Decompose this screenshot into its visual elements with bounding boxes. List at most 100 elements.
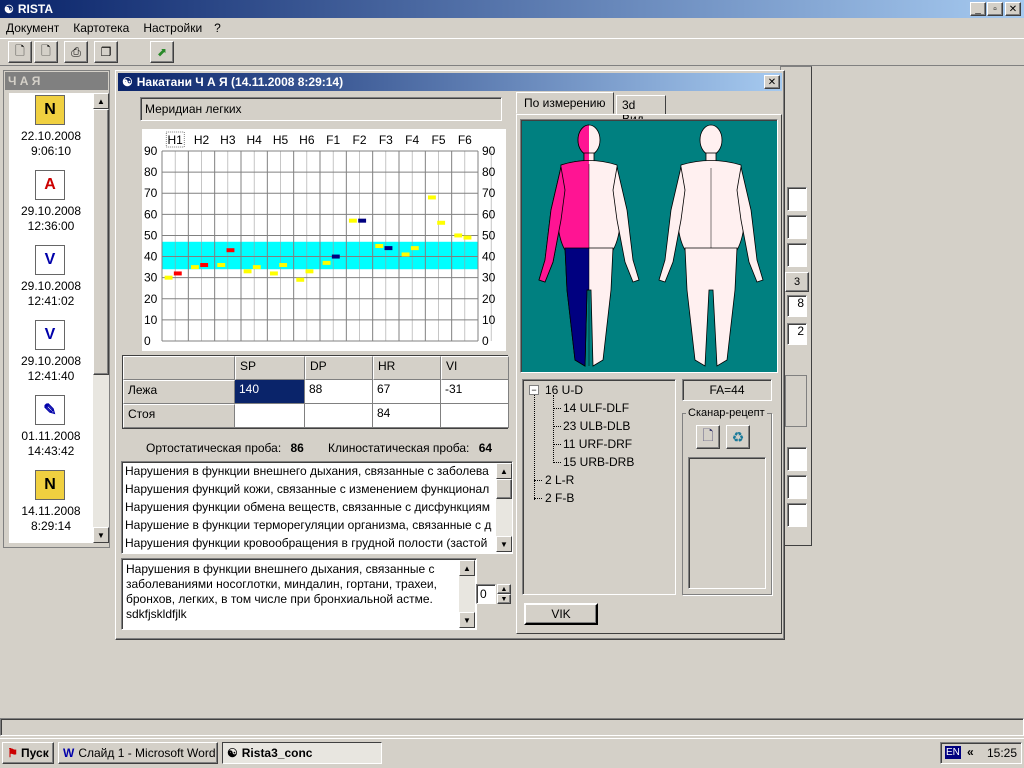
table-cell[interactable]: 67 [373, 380, 441, 404]
scroll-down-button[interactable]: ▼ [459, 612, 475, 628]
menu-settings[interactable]: Настройки [143, 21, 202, 35]
disorders-list[interactable]: Нарушения в функции внешнего дыхания, св… [121, 461, 513, 554]
list-item[interactable]: Нарушения в функции внешнего дыхания, св… [125, 464, 495, 478]
session-time[interactable]: 12:36:00 [9, 219, 93, 233]
edit-doc-icon[interactable]: ✎ [35, 395, 65, 425]
tree-node[interactable]: 23 ULB-DLB [563, 419, 630, 433]
status-bar [0, 718, 1024, 736]
table-cell[interactable]: 140 [235, 380, 305, 404]
close-app-button[interactable]: ✕ [1005, 2, 1021, 16]
session-date[interactable]: 29.10.2008 [9, 354, 93, 368]
pressure-table: SP DP HR VI Лежа 140 88 67 -31 Стоя 84 [122, 355, 509, 429]
menu-cardfile[interactable]: Картотека [73, 21, 129, 35]
task-word[interactable]: W Слайд 1 - Microsoft Word [58, 742, 218, 764]
table-cell[interactable]: -31 [441, 380, 509, 404]
session-time[interactable]: 9:06:10 [9, 144, 93, 158]
recipe-list[interactable] [688, 457, 766, 589]
session-time[interactable]: 12:41:02 [9, 294, 93, 308]
tab-by-measurement[interactable]: По измерению [516, 92, 614, 114]
copy-icon[interactable]: ❐ [94, 41, 118, 63]
weight-spin-input[interactable]: 0 [476, 584, 496, 604]
data-point [252, 265, 261, 270]
bg-button[interactable]: 3 [785, 272, 809, 292]
n-folder-icon[interactable]: N [35, 470, 65, 500]
clino-value: 64 [478, 441, 493, 455]
v-doc-icon[interactable]: V [35, 320, 65, 350]
bg-field[interactable] [787, 503, 807, 527]
tray-expand-icon[interactable]: « [967, 745, 974, 759]
tree-node[interactable]: 2 F-B [545, 491, 574, 505]
list-item[interactable]: Нарушения функции кровообращения в грудн… [125, 536, 495, 550]
tree-node[interactable]: 14 ULF-DLF [563, 401, 629, 415]
table-cell[interactable]: 84 [373, 404, 441, 428]
session-list[interactable]: N 22.10.2008 9:06:10 A 29.10.2008 12:36:00 V 29… [9, 93, 93, 543]
bg-field[interactable] [787, 447, 807, 471]
pdf-icon[interactable]: A [35, 170, 65, 200]
table-cell[interactable] [441, 404, 509, 428]
tree-node[interactable]: 11 URF-DRF [563, 437, 632, 451]
scroll-thumb[interactable] [93, 109, 109, 375]
minimize-button[interactable]: _ [970, 2, 986, 16]
save-document-icon[interactable]: 🗋 [34, 41, 58, 63]
balance-tree[interactable]: 16 U-D − 14 ULF-DLF 23 ULB-DLB 11 URF-DRF 15 … [522, 379, 676, 595]
disorders-scrollbar[interactable]: ▲ ▼ [496, 463, 512, 552]
tab-3d-view[interactable]: 3d Вид [616, 95, 666, 126]
menu-help[interactable]: ? [214, 21, 221, 35]
table-cell[interactable] [305, 404, 373, 428]
recycle-recipe-button[interactable]: ♻ [726, 425, 750, 449]
session-date[interactable]: 22.10.2008 [9, 129, 93, 143]
session-date[interactable]: 01.11.2008 [9, 429, 93, 443]
dialog-titlebar: ☯ Накатани Ч А Я (14.11.2008 8:29:14) [118, 73, 782, 91]
session-time[interactable]: 8:29:14 [9, 519, 93, 533]
table-cell[interactable]: 88 [305, 380, 373, 404]
session-date[interactable]: 14.11.2008 [9, 504, 93, 518]
spin-down-button[interactable]: ▼ [497, 594, 511, 604]
vik-button[interactable]: VIK [524, 603, 598, 625]
bg-value[interactable]: 8 [787, 295, 807, 317]
start-button[interactable]: ⚑ Пуск [2, 742, 54, 764]
session-date[interactable]: 29.10.2008 [9, 204, 93, 218]
description-memo[interactable]: Нарушения в функции внешнего дыхания, св… [121, 558, 477, 630]
dialog-close-button[interactable]: ✕ [764, 75, 780, 89]
language-indicator[interactable]: EN [945, 746, 961, 759]
data-point [463, 235, 472, 240]
scroll-down-button[interactable]: ▼ [93, 527, 109, 543]
scroll-thumb[interactable] [496, 479, 512, 499]
scroll-down-button[interactable]: ▼ [496, 536, 512, 552]
session-scrollbar[interactable]: ▲ ▼ [93, 93, 109, 543]
bg-field[interactable] [787, 187, 807, 211]
list-item[interactable]: Нарушение в функции терморегуляции орган… [125, 518, 495, 532]
new-recipe-button[interactable]: 🗋 [696, 425, 720, 449]
tree-expander-icon[interactable]: − [529, 385, 539, 395]
data-point [410, 246, 419, 251]
data-point [454, 233, 463, 238]
table-cell[interactable] [235, 404, 305, 428]
exit-icon[interactable]: ⬈ [150, 41, 174, 63]
scroll-up-button[interactable]: ▲ [93, 93, 109, 109]
bg-field[interactable] [787, 475, 807, 499]
tree-node[interactable]: 16 U-D [545, 383, 583, 397]
data-point [358, 218, 367, 223]
n-folder-icon[interactable]: N [35, 95, 65, 125]
menu-document[interactable]: Документ [6, 21, 59, 35]
list-item[interactable]: Нарушения функций кожи, связанные с изме… [125, 482, 495, 496]
v-doc-icon[interactable]: V [35, 245, 65, 275]
tree-node[interactable]: 2 L-R [545, 473, 574, 487]
session-time[interactable]: 14:43:42 [9, 444, 93, 458]
tree-node[interactable]: 15 URB-DRB [563, 455, 634, 469]
bg-field[interactable] [787, 215, 807, 239]
spin-up-button[interactable]: ▲ [497, 584, 511, 594]
list-item[interactable]: Нарушения функции обмена веществ, связан… [125, 500, 495, 514]
task-rista[interactable]: ☯ Rista3_conc [222, 742, 382, 764]
memo-scrollbar[interactable]: ▲ ▼ [459, 560, 475, 628]
session-time[interactable]: 12:41:40 [9, 369, 93, 383]
scroll-up-button[interactable]: ▲ [459, 560, 475, 576]
new-document-icon[interactable]: 🗋 [8, 41, 32, 63]
restore-button[interactable]: ▫ [987, 2, 1003, 16]
print-icon[interactable]: ⎙ [64, 41, 88, 63]
session-date[interactable]: 29.10.2008 [9, 279, 93, 293]
bg-field[interactable] [787, 243, 807, 267]
bg-value[interactable]: 2 [787, 323, 807, 345]
scroll-up-button[interactable]: ▲ [496, 463, 512, 479]
data-point [375, 244, 384, 248]
